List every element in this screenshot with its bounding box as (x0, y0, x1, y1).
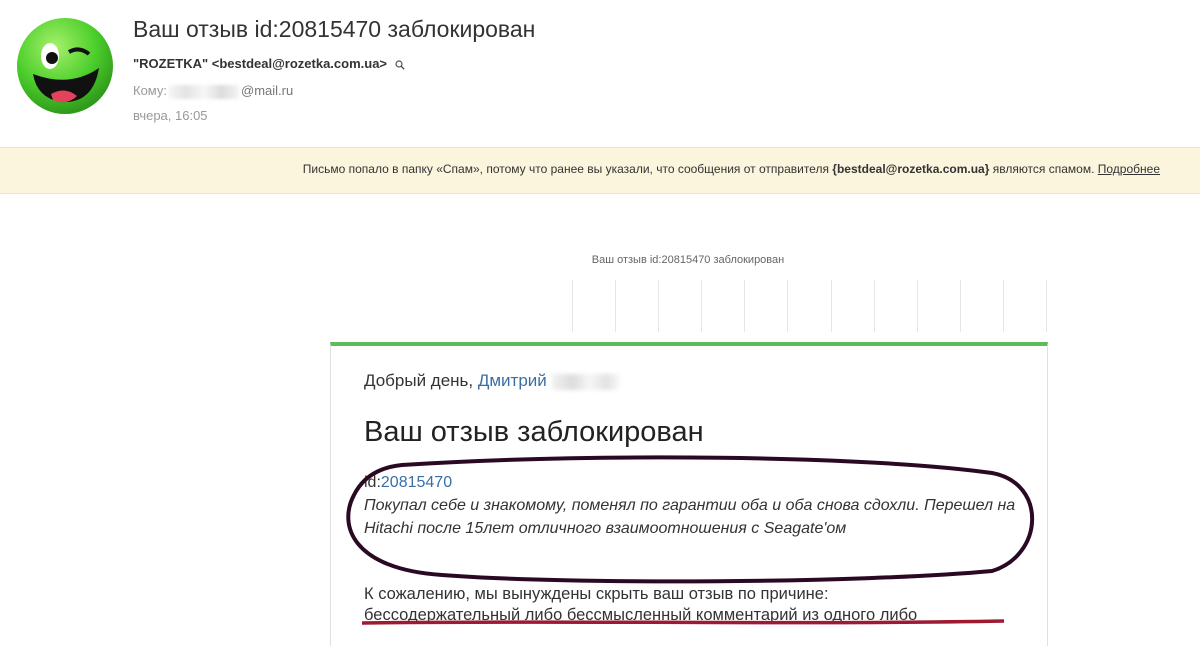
spam-text-before: Письмо попало в папку «Спам», потому что… (302, 162, 833, 176)
sender-text: "ROZETKA" <bestdeal@rozetka.com.ua> (133, 56, 388, 71)
to-domain: @mail.ru (241, 83, 294, 98)
winking-smiley-icon (17, 18, 113, 114)
redacted-blur (551, 373, 620, 390)
email-date: вчера, 16:05 (133, 108, 208, 123)
spam-text-after: являются спамом. (989, 162, 1098, 176)
redacted-blur (169, 84, 239, 99)
sender-address[interactable]: "ROZETKA" <bestdeal@rozetka.com.ua> (133, 56, 405, 71)
annotation-ellipse (346, 455, 1035, 584)
greeting: Добрый день, Дмитрий (364, 371, 620, 391)
decorative-stripes (572, 280, 1048, 332)
to-label: Кому: (133, 83, 167, 98)
spam-sender: {bestdeal@rozetka.com.ua} (832, 162, 990, 176)
card-title: Ваш отзыв заблокирован (364, 416, 704, 448)
annotation-underline (361, 619, 1005, 625)
reason-intro: К сожалению, мы вынуждены скрыть ваш отз… (364, 585, 829, 603)
email-subject: Ваш отзыв id:20815470 заблокирован (133, 16, 536, 42)
email-preheader: Ваш отзыв id:20815470 заблокирован (591, 254, 785, 266)
spam-notice-text: Письмо попало в папку «Спам», потому что… (303, 162, 1160, 176)
recipient-line: Кому: @mail.ru (133, 83, 293, 99)
spam-notice-bar: Письмо попало в папку «Спам», потому что… (0, 147, 1200, 194)
greeting-text: Добрый день, (364, 371, 478, 390)
magnifier-icon[interactable] (395, 59, 405, 70)
recipient-name: Дмитрий (477, 371, 547, 390)
more-info-link[interactable]: Подробнее (1098, 162, 1160, 176)
